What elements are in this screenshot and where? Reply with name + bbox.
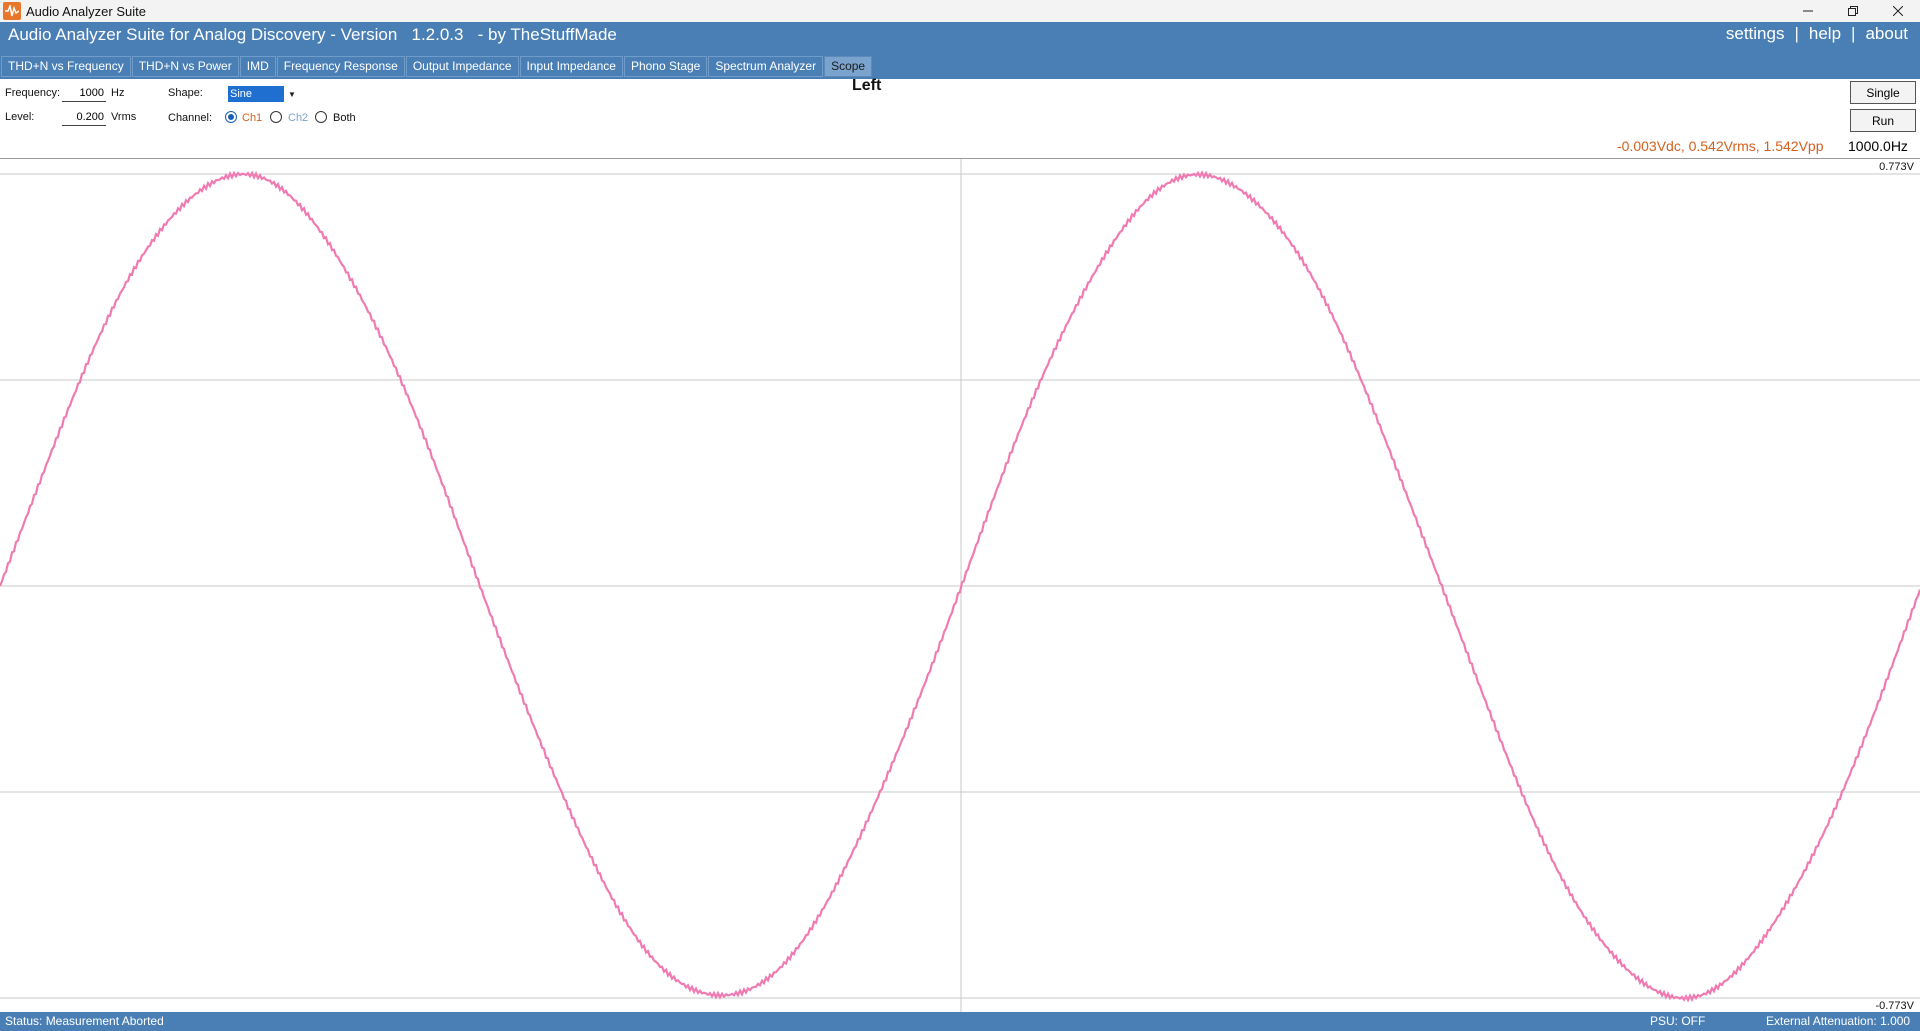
tab-spectrum-analyzer[interactable]: Spectrum Analyzer bbox=[708, 56, 824, 77]
link-separator: | bbox=[1794, 24, 1799, 43]
radio-both[interactable] bbox=[315, 111, 327, 123]
tab-output-impedance[interactable]: Output Impedance bbox=[405, 56, 519, 77]
frequency-input[interactable] bbox=[62, 84, 106, 102]
close-icon[interactable] bbox=[1875, 0, 1920, 22]
app-logo-icon bbox=[3, 2, 21, 20]
frequency-readout: 1000.0Hz bbox=[1848, 138, 1908, 154]
shape-label: Shape: bbox=[168, 87, 203, 99]
y-min-label: -0.773V bbox=[1875, 1000, 1914, 1012]
app-header: Audio Analyzer Suite for Analog Discover… bbox=[0, 22, 1920, 79]
radio-ch2-label: Ch2 bbox=[288, 112, 309, 124]
scope-channel-title: Left bbox=[852, 77, 882, 94]
tab-phono-stage[interactable]: Phono Stage bbox=[623, 56, 708, 77]
chevron-down-icon[interactable]: ▼ bbox=[284, 86, 300, 102]
shape-dropdown[interactable]: Sine ▼ bbox=[228, 86, 300, 102]
window-title-bar: Audio Analyzer Suite bbox=[0, 0, 1920, 22]
level-label: Level: bbox=[5, 111, 35, 123]
y-max-label: 0.773V bbox=[1879, 161, 1914, 173]
radio-both-label: Both bbox=[333, 112, 356, 124]
status-bar: Status: Measurement Aborted PSU: OFF Ext… bbox=[0, 1012, 1920, 1031]
window-title: Audio Analyzer Suite bbox=[26, 3, 146, 19]
measurement-readout: -0.003Vdc, 0.542Vrms, 1.542Vpp bbox=[1617, 138, 1824, 154]
header-links: settings | help | about bbox=[1726, 24, 1908, 44]
tab-scope[interactable]: Scope bbox=[824, 56, 873, 77]
help-link[interactable]: help bbox=[1809, 24, 1841, 44]
radio-ch1[interactable] bbox=[225, 111, 237, 123]
tab-thd-vs-power[interactable]: THD+N vs Power bbox=[131, 56, 239, 77]
tab-input-impedance[interactable]: Input Impedance bbox=[519, 56, 623, 77]
settings-link[interactable]: settings bbox=[1726, 24, 1785, 44]
about-link[interactable]: about bbox=[1865, 24, 1908, 44]
shape-selected-value: Sine bbox=[228, 86, 284, 102]
tab-imd[interactable]: IMD bbox=[239, 56, 276, 77]
frequency-unit: Hz bbox=[111, 87, 125, 99]
app-title: Audio Analyzer Suite for Analog Discover… bbox=[8, 25, 617, 44]
attenuation-status: External Attenuation: 1.000 bbox=[1766, 1014, 1911, 1028]
minimize-icon[interactable] bbox=[1785, 0, 1830, 22]
channel-label: Channel: bbox=[168, 112, 213, 124]
frequency-label: Frequency: bbox=[5, 87, 61, 99]
scope-canvas bbox=[0, 159, 1920, 1013]
psu-status: PSU: OFF bbox=[1650, 1014, 1706, 1028]
status-text: Status: Measurement Aborted bbox=[5, 1014, 164, 1028]
restore-icon[interactable] bbox=[1830, 0, 1875, 22]
tab-thd-vs-frequency[interactable]: THD+N vs Frequency bbox=[1, 56, 131, 77]
radio-ch2[interactable] bbox=[270, 111, 282, 123]
single-button[interactable]: Single bbox=[1850, 81, 1916, 104]
link-separator: | bbox=[1851, 24, 1856, 43]
tab-bar: THD+N vs Frequency THD+N vs Power IMD Fr… bbox=[1, 56, 873, 77]
level-input[interactable] bbox=[62, 108, 106, 126]
tab-frequency-response[interactable]: Frequency Response bbox=[276, 56, 405, 77]
level-unit: Vrms bbox=[111, 111, 137, 123]
scope-plot[interactable]: 0.773V -0.773V bbox=[0, 158, 1920, 1013]
run-button[interactable]: Run bbox=[1850, 109, 1916, 132]
radio-ch1-label: Ch1 bbox=[242, 112, 263, 124]
